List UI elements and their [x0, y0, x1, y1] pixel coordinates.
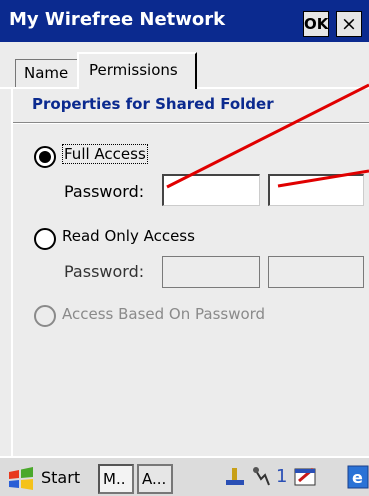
full-password-label: Password:	[64, 182, 145, 201]
tab-name[interactable]: Name	[15, 59, 77, 87]
tab-divider	[197, 87, 369, 89]
read-password-label: Password:	[64, 262, 145, 281]
svg-text:e: e	[352, 468, 363, 487]
full-password-confirm-input[interactable]	[268, 174, 364, 206]
section-title: Properties for Shared Folder	[32, 95, 274, 113]
panel-edge	[11, 87, 13, 456]
based-on-password-label: Access Based On Password	[62, 305, 266, 323]
full-password-input[interactable]	[162, 174, 260, 206]
ok-button[interactable]: OK	[303, 11, 329, 37]
windows-flag-icon	[9, 467, 33, 490]
full-access-radio[interactable]	[34, 146, 56, 168]
full-access-label[interactable]: Full Access	[62, 144, 148, 164]
window-title: My Wirefree Network	[9, 9, 226, 30]
taskbar: Start M.. A... 1 e	[0, 456, 369, 496]
system-tray: 1 e	[209, 462, 369, 494]
start-button[interactable]: Start	[4, 464, 95, 494]
start-label: Start	[41, 468, 81, 487]
close-button[interactable]: ×	[336, 11, 362, 37]
signal-icon[interactable]	[251, 465, 273, 489]
tab-permissions[interactable]: Permissions	[77, 52, 197, 89]
edit-icon[interactable]	[293, 465, 319, 489]
read-password-input	[162, 256, 260, 288]
taskbar-item-2[interactable]: A...	[137, 464, 173, 494]
input-count[interactable]: 1	[276, 466, 287, 487]
title-bar: My Wirefree Network OK ×	[0, 0, 369, 42]
read-only-label[interactable]: Read Only Access	[62, 227, 195, 245]
full-access-text: Full Access	[62, 144, 148, 164]
network-icon[interactable]	[223, 465, 247, 489]
read-password-confirm-input	[268, 256, 364, 288]
based-on-password-radio	[34, 305, 56, 327]
read-only-radio[interactable]	[34, 228, 56, 250]
ie-icon[interactable]: e	[347, 464, 369, 490]
taskbar-item-1[interactable]: M..	[98, 464, 134, 494]
section-divider	[13, 122, 369, 124]
